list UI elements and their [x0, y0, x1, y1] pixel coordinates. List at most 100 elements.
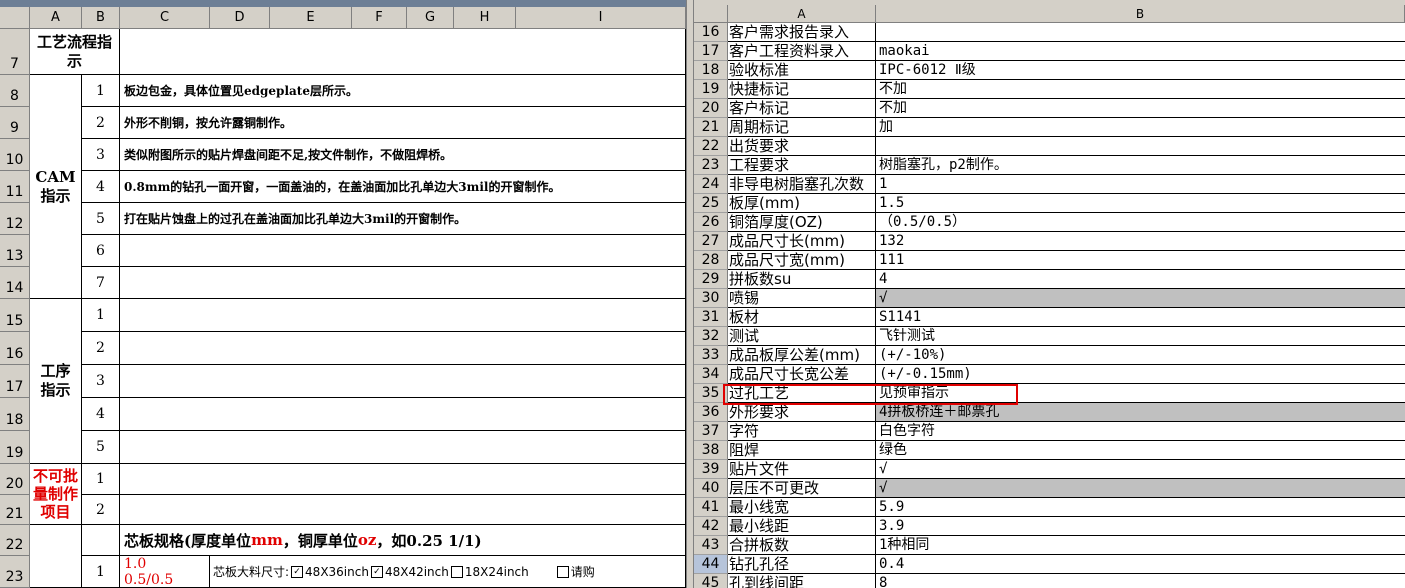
field-label-cell[interactable]: 合拼板数: [728, 536, 876, 555]
field-value-cell[interactable]: 不加: [876, 99, 1405, 118]
cam-item-text[interactable]: 板边包金，具体位置见edgeplate层所示。: [120, 75, 686, 107]
field-label-cell[interactable]: 板厚(mm): [728, 194, 876, 213]
cam-item-text[interactable]: 类似附图所示的贴片焊盘间距不足,按文件制作，不做阻焊桥。: [120, 139, 686, 171]
field-label-cell[interactable]: 字符: [728, 422, 876, 441]
field-value-cell[interactable]: 白色字符: [876, 422, 1405, 441]
row-header[interactable]: 21: [0, 495, 30, 525]
column-header-a[interactable]: A: [30, 7, 82, 29]
field-value-cell[interactable]: 4拼板桥连＋邮票孔: [876, 403, 1405, 422]
column-header-d[interactable]: D: [210, 7, 270, 29]
no-batch-item-cell[interactable]: [120, 464, 686, 495]
row-header[interactable]: 17: [0, 365, 30, 398]
checkbox-18x24[interactable]: [450, 565, 463, 578]
column-header-i[interactable]: I: [516, 7, 686, 29]
field-value-cell[interactable]: [876, 137, 1405, 156]
field-label-cell[interactable]: 周期标记: [728, 118, 876, 137]
field-value-cell[interactable]: [876, 23, 1405, 42]
field-label-cell[interactable]: 最小线距: [728, 517, 876, 536]
row-header[interactable]: 25: [694, 194, 728, 213]
row-header[interactable]: 24: [694, 175, 728, 194]
row-header[interactable]: 45: [694, 574, 728, 588]
column-header-b[interactable]: B: [876, 5, 1405, 23]
row-header[interactable]: 10: [0, 139, 30, 171]
field-label-cell[interactable]: 验收标准: [728, 61, 876, 80]
row-header[interactable]: 7: [0, 29, 30, 75]
row-header[interactable]: 22: [694, 137, 728, 156]
field-label-cell[interactable]: 出货要求: [728, 137, 876, 156]
row-header[interactable]: 26: [694, 213, 728, 232]
cam-item-text[interactable]: 打在贴片蚀盘上的过孔在盖油面加比孔单边大3mil的开窗制作。: [120, 203, 686, 235]
field-label-cell[interactable]: 层压不可更改: [728, 479, 876, 498]
field-value-cell[interactable]: √: [876, 289, 1405, 308]
row-header[interactable]: 20: [0, 464, 30, 495]
row-header[interactable]: 12: [0, 203, 30, 235]
cam-item-text[interactable]: 外形不削铜，按允许露铜制作。: [120, 107, 686, 139]
field-value-cell[interactable]: 4: [876, 270, 1405, 289]
column-header-c[interactable]: C: [120, 7, 210, 29]
field-label-cell[interactable]: 快捷标记: [728, 80, 876, 99]
field-label-cell[interactable]: 成品尺寸长宽公差: [728, 365, 876, 384]
row-header[interactable]: 9: [0, 107, 30, 139]
field-label-cell[interactable]: 成品尺寸长(mm): [728, 232, 876, 251]
field-value-cell[interactable]: 111: [876, 251, 1405, 270]
row-header[interactable]: 11: [0, 171, 30, 203]
field-label-cell[interactable]: 板材: [728, 308, 876, 327]
row-header[interactable]: 36: [694, 403, 728, 422]
field-value-cell[interactable]: 132: [876, 232, 1405, 251]
field-value-cell[interactable]: （0.5/0.5）: [876, 213, 1405, 232]
pane-divider[interactable]: [686, 0, 694, 588]
no-batch-item-cell[interactable]: [120, 495, 686, 525]
field-label-cell[interactable]: 钻孔孔径: [728, 555, 876, 574]
row-header[interactable]: 16: [0, 332, 30, 365]
row-header[interactable]: 19: [0, 431, 30, 464]
row-header[interactable]: 18: [694, 61, 728, 80]
field-value-cell[interactable]: 飞针测试: [876, 327, 1405, 346]
row-header[interactable]: 28: [694, 251, 728, 270]
field-value-cell[interactable]: 1: [876, 175, 1405, 194]
field-value-cell[interactable]: √: [876, 460, 1405, 479]
row-header[interactable]: 15: [0, 299, 30, 332]
row-header[interactable]: 43: [694, 536, 728, 555]
field-value-cell[interactable]: 3.9: [876, 517, 1405, 536]
field-value-cell[interactable]: 5.9: [876, 498, 1405, 517]
field-value-cell[interactable]: 1.5: [876, 194, 1405, 213]
field-label-cell[interactable]: 客户需求报告录入: [728, 23, 876, 42]
column-header-f[interactable]: F: [352, 7, 407, 29]
checkbox-48x42[interactable]: ✓: [370, 565, 383, 578]
core-board-label-cell[interactable]: [30, 525, 82, 588]
process-item-cell[interactable]: [120, 398, 686, 431]
row-header[interactable]: 33: [694, 346, 728, 365]
field-label-cell[interactable]: 测试: [728, 327, 876, 346]
row-header[interactable]: 32: [694, 327, 728, 346]
row-header[interactable]: 40: [694, 479, 728, 498]
row-header[interactable]: 31: [694, 308, 728, 327]
cam-item-text[interactable]: [120, 235, 686, 267]
field-value-cell[interactable]: IPC-6012 Ⅱ级: [876, 61, 1405, 80]
select-all-corner[interactable]: [0, 7, 30, 29]
checkbox-48x36[interactable]: ✓: [291, 565, 304, 578]
row-header[interactable]: 13: [0, 235, 30, 267]
checkbox-purchase[interactable]: [556, 565, 569, 578]
field-value-cell[interactable]: 树脂塞孔，p2制作。: [876, 156, 1405, 175]
field-label-cell[interactable]: 成品尺寸宽(mm): [728, 251, 876, 270]
row-header[interactable]: 8: [0, 75, 30, 107]
field-value-cell[interactable]: (+/-10%): [876, 346, 1405, 365]
field-label-cell[interactable]: 贴片文件: [728, 460, 876, 479]
field-label-cell[interactable]: 外形要求: [728, 403, 876, 422]
row-header[interactable]: 27: [694, 232, 728, 251]
row-header[interactable]: 20: [694, 99, 728, 118]
cam-item-text[interactable]: 0.8mm的钻孔一面开窗，一面盖油的，在盖油面加比孔单边大3mil的开窗制作。: [120, 171, 686, 203]
field-value-cell[interactable]: 1种相同: [876, 536, 1405, 555]
field-value-cell[interactable]: 绿色: [876, 441, 1405, 460]
column-header-g[interactable]: G: [407, 7, 454, 29]
row-header[interactable]: 41: [694, 498, 728, 517]
field-label-cell[interactable]: 客户工程资料录入: [728, 42, 876, 61]
row-header[interactable]: 38: [694, 441, 728, 460]
row-header[interactable]: 30: [694, 289, 728, 308]
column-header-h[interactable]: H: [454, 7, 516, 29]
row-header[interactable]: 37: [694, 422, 728, 441]
field-label-cell[interactable]: 孔到线间距: [728, 574, 876, 588]
row-header[interactable]: 23: [0, 556, 30, 588]
row-header[interactable]: 14: [0, 267, 30, 299]
field-value-cell[interactable]: 8: [876, 574, 1405, 588]
